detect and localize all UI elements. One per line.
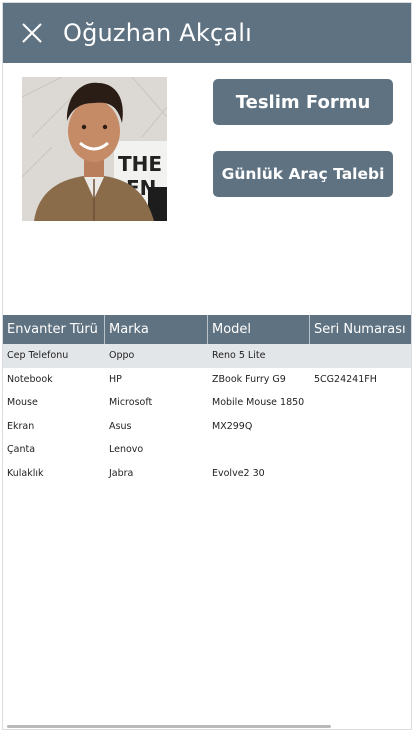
table-cell: Ekran (7, 420, 35, 432)
table-row[interactable]: Notebook HP ZBook Furry G9 5CG24241FH (3, 368, 411, 392)
table-row[interactable]: Çanta Lenovo (3, 438, 411, 462)
table-row[interactable]: Cep Telefonu Oppo Reno 5 Lite (3, 344, 411, 368)
table-cell (310, 391, 411, 415)
table-cell (310, 462, 411, 486)
table-cell: Lenovo (109, 444, 144, 455)
close-icon[interactable] (17, 18, 47, 48)
table-row[interactable]: Mouse Microsoft Mobile Mouse 1850 (3, 391, 411, 415)
page-title: Oğuzhan Akçalı (63, 19, 253, 47)
table-row[interactable]: Kulaklık Jabra Evolve2 30 (3, 462, 411, 486)
table-cell: Kulaklık (7, 467, 44, 479)
table-cell: Çanta (7, 444, 36, 455)
column-header[interactable]: Envanter Türü (3, 315, 105, 344)
delivery-form-button[interactable]: Teslim Formu (213, 79, 393, 125)
profile-photo: THE EN (22, 77, 167, 221)
horizontal-scrollbar[interactable] (7, 725, 331, 728)
table-cell: Jabra (109, 467, 134, 479)
svg-text:THE: THE (118, 152, 162, 176)
header-bar: Oğuzhan Akçalı (3, 3, 411, 63)
column-header[interactable]: Marka (105, 315, 208, 344)
table-cell (310, 415, 411, 439)
table-cell: ZBook Furry G9 (212, 373, 286, 385)
inventory-table: Envanter Türü Marka Model Seri Numarası … (3, 315, 411, 486)
table-header: Envanter Türü Marka Model Seri Numarası (3, 315, 411, 344)
table-cell: Asus (109, 420, 132, 432)
table-cell: HP (109, 373, 122, 385)
table-cell: Cep Telefonu (7, 350, 69, 361)
table-cell: Reno 5 Lite (212, 350, 266, 361)
app-screen: Oğuzhan Akçalı THE EN Teslim Formu Günlü… (2, 2, 412, 730)
table-cell: Notebook (7, 373, 53, 385)
table-cell: Evolve2 30 (212, 467, 265, 479)
column-header[interactable]: Seri Numarası (310, 315, 411, 344)
table-cell (310, 438, 411, 462)
table-cell: Mouse (7, 397, 38, 408)
table-cell: Microsoft (109, 397, 153, 408)
column-header[interactable]: Model (208, 315, 310, 344)
table-cell: 5CG24241FH (314, 373, 377, 385)
table-cell (208, 438, 310, 462)
table-cell: MX299Q (212, 420, 253, 432)
table-cell (310, 344, 411, 368)
table-row[interactable]: Ekran Asus MX299Q (3, 415, 411, 439)
table-cell: Mobile Mouse 1850 (212, 397, 305, 408)
table-cell: Oppo (109, 350, 135, 361)
daily-vehicle-request-button[interactable]: Günlük Araç Talebi (213, 151, 393, 197)
